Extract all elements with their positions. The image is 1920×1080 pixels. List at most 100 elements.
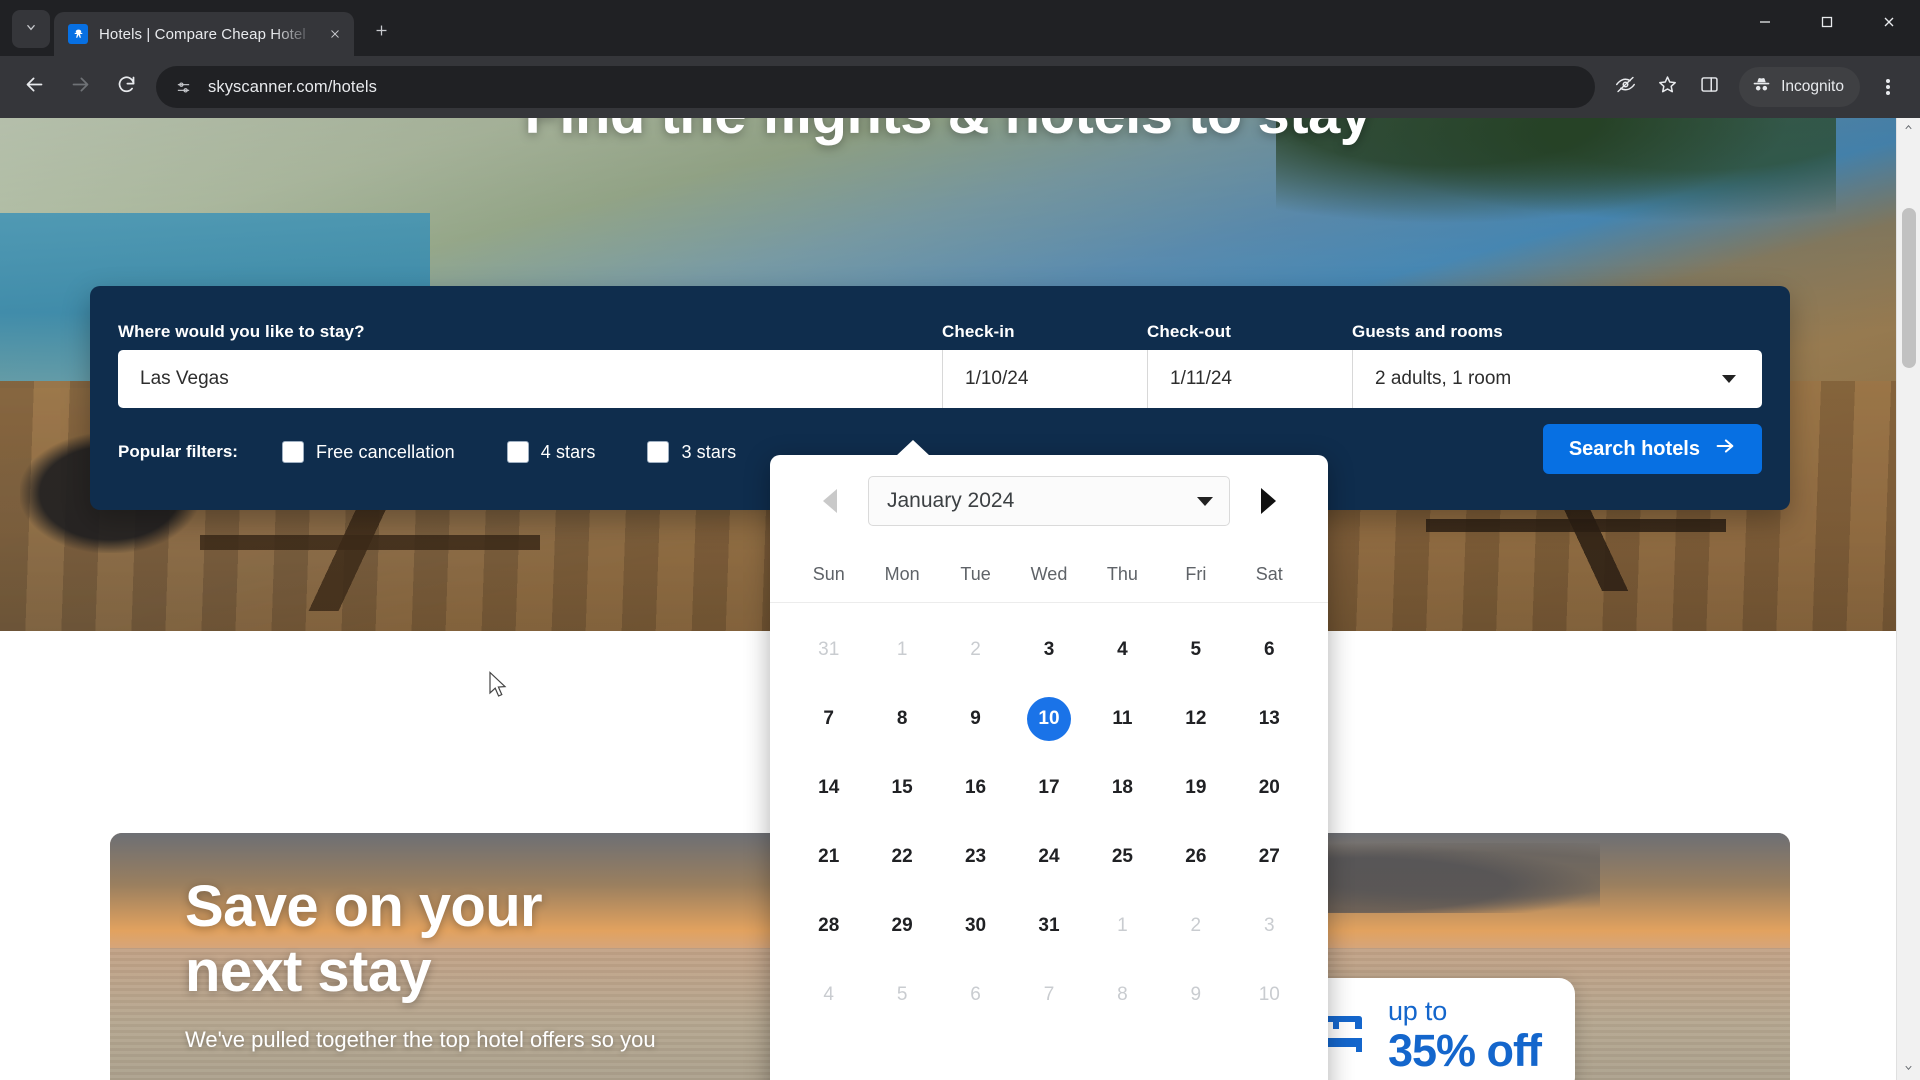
checkin-label: Check-in bbox=[942, 322, 1015, 341]
reload-button[interactable] bbox=[104, 65, 148, 109]
calendar-day[interactable]: 13 bbox=[1233, 684, 1306, 753]
chevron-down-icon bbox=[1197, 496, 1213, 506]
calendar-day[interactable]: 16 bbox=[939, 753, 1012, 822]
calendar-day-number: 14 bbox=[818, 776, 840, 798]
calendar-day-number: 28 bbox=[818, 914, 840, 936]
calendar-day[interactable]: 27 bbox=[1233, 822, 1306, 891]
date-picker-pointer bbox=[896, 440, 930, 456]
calendar-day[interactable]: 20 bbox=[1233, 753, 1306, 822]
destination-input[interactable]: Las Vegas bbox=[118, 350, 942, 408]
calendar-day: 2 bbox=[1159, 891, 1232, 960]
calendar-day[interactable]: 17 bbox=[1012, 753, 1085, 822]
popular-filters-label: Popular filters: bbox=[118, 442, 238, 461]
calendar-day[interactable]: 9 bbox=[939, 684, 1012, 753]
next-month-button[interactable] bbox=[1250, 483, 1286, 519]
maximize-button[interactable] bbox=[1796, 0, 1858, 44]
checkout-label: Check-out bbox=[1147, 322, 1232, 341]
scroll-up-button[interactable] bbox=[1897, 118, 1920, 140]
calendar-day-selected[interactable]: 10 bbox=[1012, 684, 1085, 753]
forward-button[interactable] bbox=[58, 65, 102, 109]
calendar-day[interactable]: 19 bbox=[1159, 753, 1232, 822]
calendar-day: 7 bbox=[1012, 960, 1085, 1029]
calendar-day[interactable]: 5 bbox=[1159, 615, 1232, 684]
calendar-day-number: 15 bbox=[891, 776, 913, 798]
calendar-day[interactable]: 12 bbox=[1159, 684, 1232, 753]
eye-off-icon bbox=[1615, 74, 1636, 100]
calendar-day[interactable]: 25 bbox=[1086, 822, 1159, 891]
scroll-down-arrow-icon bbox=[1903, 1060, 1914, 1078]
calendar-day-number: 12 bbox=[1185, 707, 1207, 729]
window-controls bbox=[1734, 0, 1920, 56]
new-tab-button[interactable] bbox=[364, 16, 398, 50]
filter-4-stars[interactable]: 4 stars bbox=[495, 441, 596, 463]
offer-title-line2: next stay bbox=[185, 938, 432, 1004]
calendar-day-number: 4 bbox=[823, 983, 834, 1005]
site-settings-icon[interactable] bbox=[170, 74, 196, 100]
address-bar[interactable]: skyscanner.com/hotels bbox=[156, 66, 1596, 108]
calendar-day-number: 31 bbox=[1038, 914, 1060, 936]
scroll-down-button[interactable] bbox=[1897, 1058, 1920, 1080]
calendar-day-number: 20 bbox=[1258, 776, 1280, 798]
incognito-indicator[interactable]: Incognito bbox=[1739, 67, 1860, 107]
tab-close-button[interactable] bbox=[322, 21, 348, 47]
calendar-day[interactable]: 26 bbox=[1159, 822, 1232, 891]
browser-tab[interactable]: Hotels | Compare Cheap Hotel bbox=[54, 12, 354, 56]
calendar-day[interactable]: 29 bbox=[865, 891, 938, 960]
calendar-day[interactable]: 21 bbox=[792, 822, 865, 891]
page-scrollbar[interactable] bbox=[1896, 118, 1920, 1080]
tracking-protection-button[interactable] bbox=[1605, 67, 1645, 107]
calendar-day-number: 10 bbox=[1258, 983, 1280, 1005]
promo-discount-value: 35% off bbox=[1387, 1025, 1542, 1076]
side-panel-button[interactable] bbox=[1689, 67, 1729, 107]
bookmark-button[interactable] bbox=[1647, 67, 1687, 107]
calendar-day-number: 9 bbox=[1190, 983, 1202, 1005]
previous-month-button[interactable] bbox=[812, 483, 848, 519]
calendar-day: 3 bbox=[1233, 891, 1306, 960]
calendar-day[interactable]: 22 bbox=[865, 822, 938, 891]
month-year-select[interactable]: January 2024 bbox=[868, 476, 1230, 526]
chevron-down-icon bbox=[1722, 375, 1736, 383]
guests-and-rooms-select[interactable]: 2 adults, 1 room bbox=[1352, 350, 1762, 408]
tab-search-button[interactable] bbox=[12, 10, 50, 48]
checkout-input[interactable]: 1/11/24 bbox=[1147, 350, 1352, 408]
calendar-day-number: 9 bbox=[970, 707, 981, 729]
scrollbar-thumb[interactable] bbox=[1902, 208, 1916, 368]
calendar-day-number: 3 bbox=[1043, 638, 1055, 660]
calendar-day[interactable]: 6 bbox=[1233, 615, 1306, 684]
filter-3-stars[interactable]: 3 stars bbox=[635, 441, 736, 463]
calendar-day[interactable]: 8 bbox=[865, 684, 938, 753]
checkbox-free-cancellation[interactable] bbox=[281, 441, 304, 463]
weekday-label: Sun bbox=[812, 564, 845, 584]
calendar-day[interactable]: 28 bbox=[792, 891, 865, 960]
calendar-day: 5 bbox=[865, 960, 938, 1029]
filter-label: Free cancellation bbox=[315, 441, 455, 462]
filter-free-cancellation[interactable]: Free cancellation bbox=[270, 441, 455, 463]
search-hotels-button[interactable]: Search hotels bbox=[1542, 424, 1762, 474]
calendar-day[interactable]: 3 bbox=[1012, 615, 1085, 684]
calendar-day-number: 17 bbox=[1038, 776, 1060, 798]
calendar-day-number: 30 bbox=[964, 914, 987, 936]
calendar-day[interactable]: 23 bbox=[939, 822, 1012, 891]
calendar-day[interactable]: 4 bbox=[1086, 615, 1159, 684]
minimize-button[interactable] bbox=[1734, 0, 1796, 44]
calendar-day[interactable]: 11 bbox=[1086, 684, 1159, 753]
window-close-button[interactable] bbox=[1858, 0, 1920, 44]
calendar-day[interactable]: 30 bbox=[939, 891, 1012, 960]
calendar-day[interactable]: 18 bbox=[1086, 753, 1159, 822]
calendar-day[interactable]: 15 bbox=[865, 753, 938, 822]
incognito-label: Incognito bbox=[1781, 78, 1844, 95]
calendar-day[interactable]: 7 bbox=[792, 684, 865, 753]
calendar-day-number: 5 bbox=[1190, 638, 1202, 660]
checkbox-3-stars[interactable] bbox=[647, 441, 670, 463]
calendar-day-number: 31 bbox=[818, 638, 840, 660]
calendar-day[interactable]: 31 bbox=[1012, 891, 1085, 960]
calendar-day-number: 18 bbox=[1111, 776, 1133, 798]
back-button[interactable] bbox=[12, 65, 56, 109]
checkin-input[interactable]: 1/10/24 bbox=[942, 350, 1147, 408]
checkbox-4-stars[interactable] bbox=[506, 441, 529, 463]
promo-up-to-label: up to bbox=[1387, 996, 1448, 1026]
calendar-day[interactable]: 14 bbox=[792, 753, 865, 822]
calendar-day[interactable]: 24 bbox=[1012, 822, 1085, 891]
calendar-day-number: 6 bbox=[970, 983, 981, 1005]
browser-menu-button[interactable] bbox=[1868, 65, 1908, 109]
